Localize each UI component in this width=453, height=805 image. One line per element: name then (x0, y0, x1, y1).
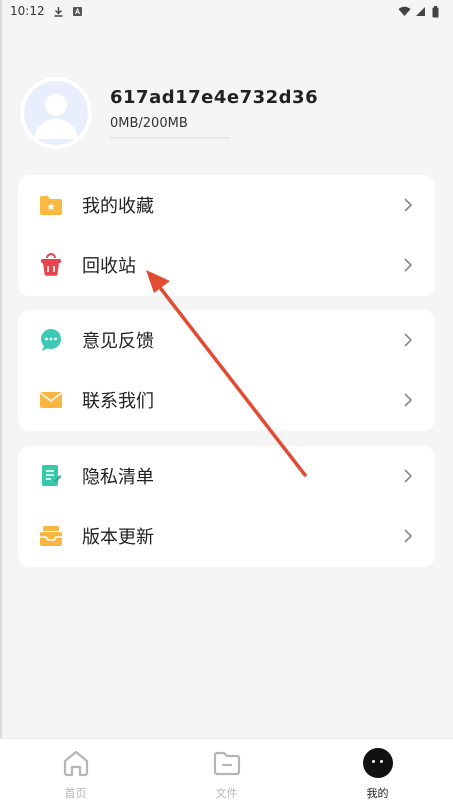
tab-mine-label: 我的 (366, 787, 389, 800)
folder-star-icon (38, 192, 64, 218)
notification-a-icon (72, 6, 83, 17)
folder-icon (211, 747, 243, 779)
envelope-icon (38, 387, 64, 413)
battery-icon (432, 5, 443, 17)
inbox-box-icon (38, 523, 64, 549)
bottom-tab-bar: 首页 文件 我的 (0, 738, 453, 805)
signal-icon (415, 6, 426, 17)
home-icon (60, 747, 92, 779)
menu-item-label: 我的收藏 (82, 196, 154, 217)
menu-card-3: 隐私清单 版本更新 (18, 446, 435, 567)
username: 617ad17e4e732d36 (110, 86, 319, 108)
chevron-right-icon (401, 198, 415, 212)
menu-item-privacy-list[interactable]: 隐私清单 (18, 446, 435, 506)
profile-info: 617ad17e4e732d36 0MB/200MB (110, 87, 318, 139)
user-silhouette-icon (34, 93, 78, 139)
chevron-right-icon (401, 393, 415, 407)
avatar[interactable] (20, 76, 92, 149)
menu-item-label: 联系我们 (82, 391, 154, 412)
tab-mine[interactable]: 我的 (302, 747, 453, 801)
chevron-right-icon (401, 529, 415, 543)
tab-files-label: 文件 (215, 787, 238, 800)
chevron-right-icon (401, 469, 415, 483)
menu-item-label: 意见反馈 (82, 331, 154, 352)
chevron-right-icon (401, 258, 415, 272)
download-icon (53, 6, 64, 17)
status-time: 10:12 (10, 4, 45, 18)
tab-home-label: 首页 (64, 787, 87, 800)
tab-files[interactable]: 文件 (151, 747, 302, 801)
menu-item-feedback[interactable]: 意见反馈 (18, 310, 435, 370)
menu-item-contact-us[interactable]: 联系我们 (18, 370, 435, 430)
menu-card-2: 意见反馈 联系我们 (18, 310, 435, 431)
status-bar: 10:12 (0, 0, 453, 22)
trash-bin-icon (38, 252, 64, 278)
menu-card-1: 我的收藏 回收站 (18, 175, 435, 296)
menu-item-favorites[interactable]: 我的收藏 (18, 175, 435, 235)
menu-item-label: 隐私清单 (82, 467, 154, 488)
wifi-icon (398, 6, 411, 17)
profile-section[interactable]: 617ad17e4e732d36 0MB/200MB (20, 75, 440, 150)
menu-item-version-update[interactable]: 版本更新 (18, 506, 435, 566)
document-edit-icon (38, 463, 64, 489)
menu-item-label: 版本更新 (82, 527, 154, 548)
mine-face-icon (362, 747, 394, 779)
chevron-right-icon (401, 333, 415, 347)
tab-home[interactable]: 首页 (0, 747, 151, 801)
menu-item-recycle-bin[interactable]: 回收站 (18, 235, 435, 295)
left-edge-strip (0, 0, 2, 805)
menu-item-label: 回收站 (82, 256, 136, 277)
storage-progress-bar (110, 136, 230, 139)
storage-text: 0MB/200MB (110, 115, 188, 131)
chat-bubble-icon (38, 327, 64, 353)
